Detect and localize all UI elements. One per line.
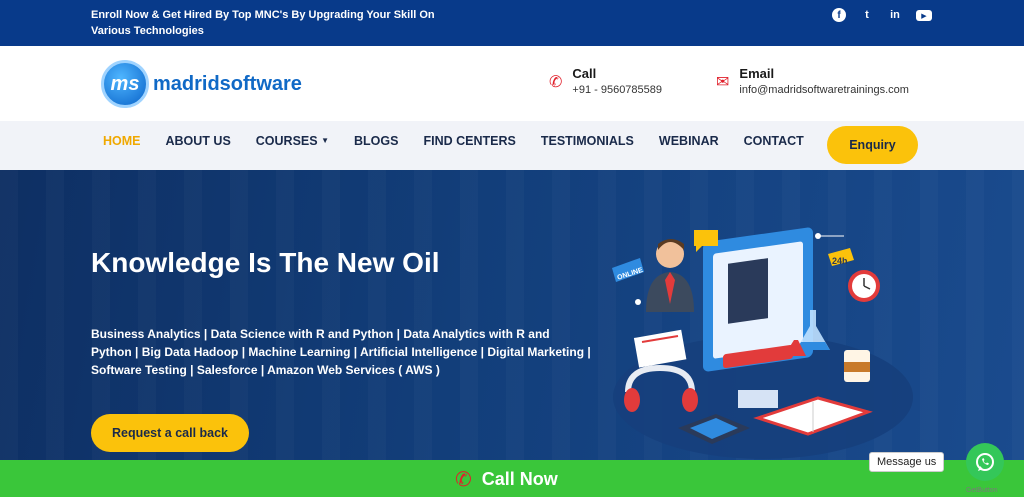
message-us-tooltip[interactable]: Message us <box>869 452 945 472</box>
nav-find-centers[interactable]: FIND CENTERS <box>423 134 515 148</box>
envelope-icon: ✉ <box>716 74 730 91</box>
whatsapp-icon <box>976 453 994 471</box>
site-logo[interactable]: ms madridsoftware <box>101 60 302 108</box>
nav-about-us[interactable]: ABOUT US <box>166 134 231 148</box>
call-title: Call <box>572 66 597 81</box>
course-list: Business Analytics | Data Science with R… <box>91 327 591 377</box>
twitter-icon[interactable]: t <box>860 8 874 22</box>
social-links: f t in ▶ <box>832 8 932 22</box>
request-callback-button[interactable]: Request a call back <box>91 414 249 452</box>
nav-contact[interactable]: CONTACT <box>744 134 804 148</box>
facebook-icon[interactable]: f <box>832 8 846 22</box>
whatsapp-button[interactable] <box>966 443 1004 481</box>
enquiry-button[interactable]: Enquiry <box>827 126 918 164</box>
email-address[interactable]: info@madridsoftwaretrainings.com <box>739 84 909 96</box>
clock-label: 24h <box>832 256 848 266</box>
call-now-link[interactable]: ✆ Call Now <box>455 467 558 492</box>
nav-webinar[interactable]: WEBINAR <box>659 134 719 148</box>
linkedin-icon[interactable]: in <box>888 8 902 22</box>
logo-text: madridsoftware <box>153 72 302 95</box>
logo-badge: ms <box>101 60 149 108</box>
call-number[interactable]: +91 - 9560785589 <box>572 84 662 96</box>
nav-home[interactable]: HOME <box>103 134 141 148</box>
phone-icon: ✆ <box>455 469 472 491</box>
getbutton-credit: GetButton <box>966 487 998 494</box>
email-title: Email <box>739 66 775 81</box>
call-now-label: Call Now <box>481 469 558 489</box>
youtube-icon[interactable]: ▶ <box>916 10 932 21</box>
nav-courses-label: COURSES <box>255 134 318 148</box>
hero-banner: Knowledge Is The New Oil Business Analyt… <box>0 170 1024 460</box>
nav-testimonials[interactable]: TESTIMONIALS <box>541 134 634 148</box>
hero-title: Knowledge Is The New Oil <box>91 247 440 278</box>
caret-down-icon: ▼ <box>321 136 330 145</box>
hero-illustration: ONLINE 24h <box>612 227 913 459</box>
site-header: ms madridsoftware ✆ Call +91 - 956078558… <box>0 46 1024 121</box>
email-contact[interactable]: ✉ Email info@madridsoftwaretrainings.com <box>716 66 909 96</box>
nav-courses[interactable]: COURSES ▼ <box>256 134 329 148</box>
promo-text: Enroll Now & Get Hired By Top MNC's By U… <box>91 9 435 37</box>
nav-blogs[interactable]: BLOGS <box>354 134 398 148</box>
phone-icon: ✆ <box>549 74 563 91</box>
call-contact[interactable]: ✆ Call +91 - 9560785589 <box>549 66 662 96</box>
main-nav: HOME ABOUT US COURSES ▼ BLOGS FIND CENTE… <box>0 121 1024 170</box>
top-bar: Enroll Now & Get Hired By Top MNC's By U… <box>0 0 1024 46</box>
